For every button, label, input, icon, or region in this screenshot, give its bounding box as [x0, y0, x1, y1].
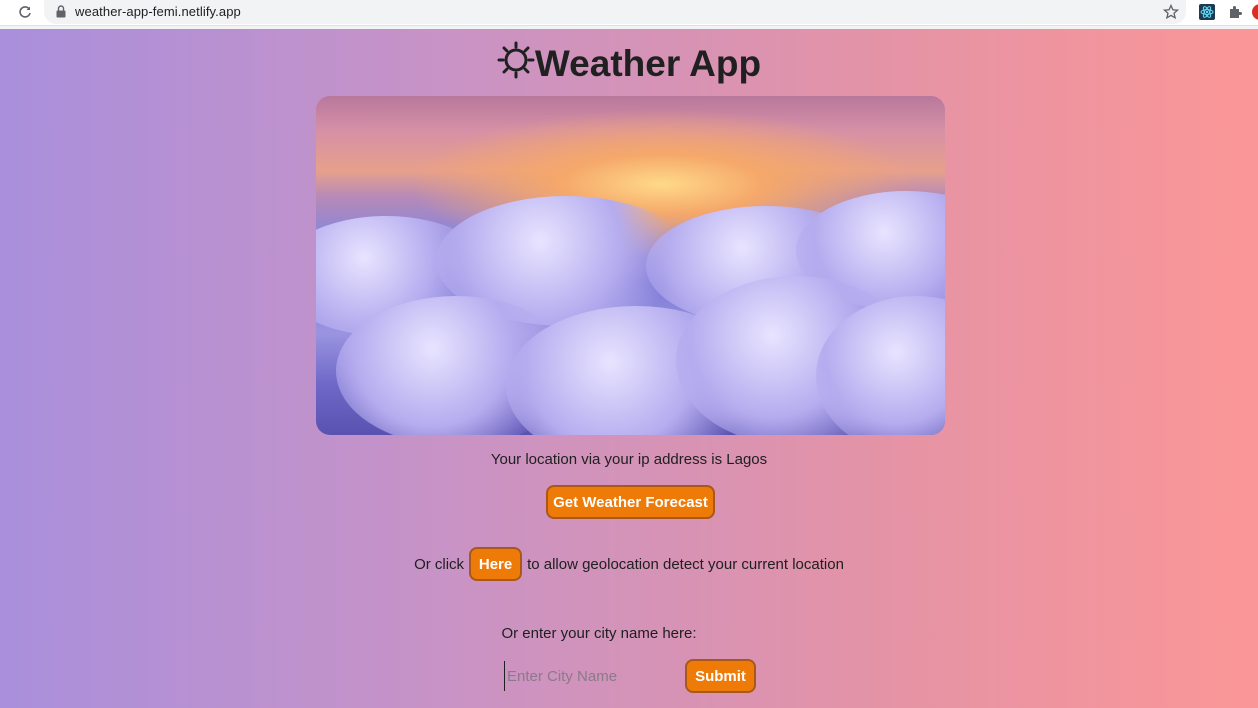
- lock-icon: [56, 5, 68, 19]
- react-devtools-extension-icon[interactable]: [1199, 4, 1215, 20]
- browser-toolbar: weather-app-femi.netlify.app: [0, 0, 1258, 26]
- city-name-input[interactable]: [504, 661, 679, 691]
- extensions-puzzle-icon[interactable]: [1227, 3, 1245, 21]
- address-bar[interactable]: weather-app-femi.netlify.app: [44, 0, 1186, 24]
- geo-prefix-text: Or click: [414, 555, 465, 573]
- location-message: Your location via your ip address is Lag…: [490, 451, 768, 468]
- page-title: Weather App: [0, 41, 1258, 85]
- profile-avatar-icon[interactable]: [1252, 4, 1258, 20]
- reload-icon[interactable]: [16, 3, 34, 21]
- clouds-hero-image: [316, 96, 945, 435]
- city-label: Or enter your city name here:: [501, 625, 697, 642]
- geolocation-here-button[interactable]: Here: [469, 547, 523, 581]
- submit-button[interactable]: Submit: [685, 659, 756, 693]
- url-text[interactable]: weather-app-femi.netlify.app: [75, 4, 241, 19]
- geolocation-line: Or click Here to allow geolocation detec…: [0, 547, 1258, 581]
- geo-suffix-text: to allow geolocation detect your current…: [527, 555, 844, 573]
- weather-app-page: Weather App Your location via your ip ad…: [0, 29, 1258, 708]
- bookmark-star-icon[interactable]: [1162, 3, 1180, 21]
- get-weather-forecast-button[interactable]: Get Weather Forecast: [546, 485, 715, 519]
- sun-icon: [497, 41, 535, 79]
- page-title-text: Weather App: [534, 43, 762, 84]
